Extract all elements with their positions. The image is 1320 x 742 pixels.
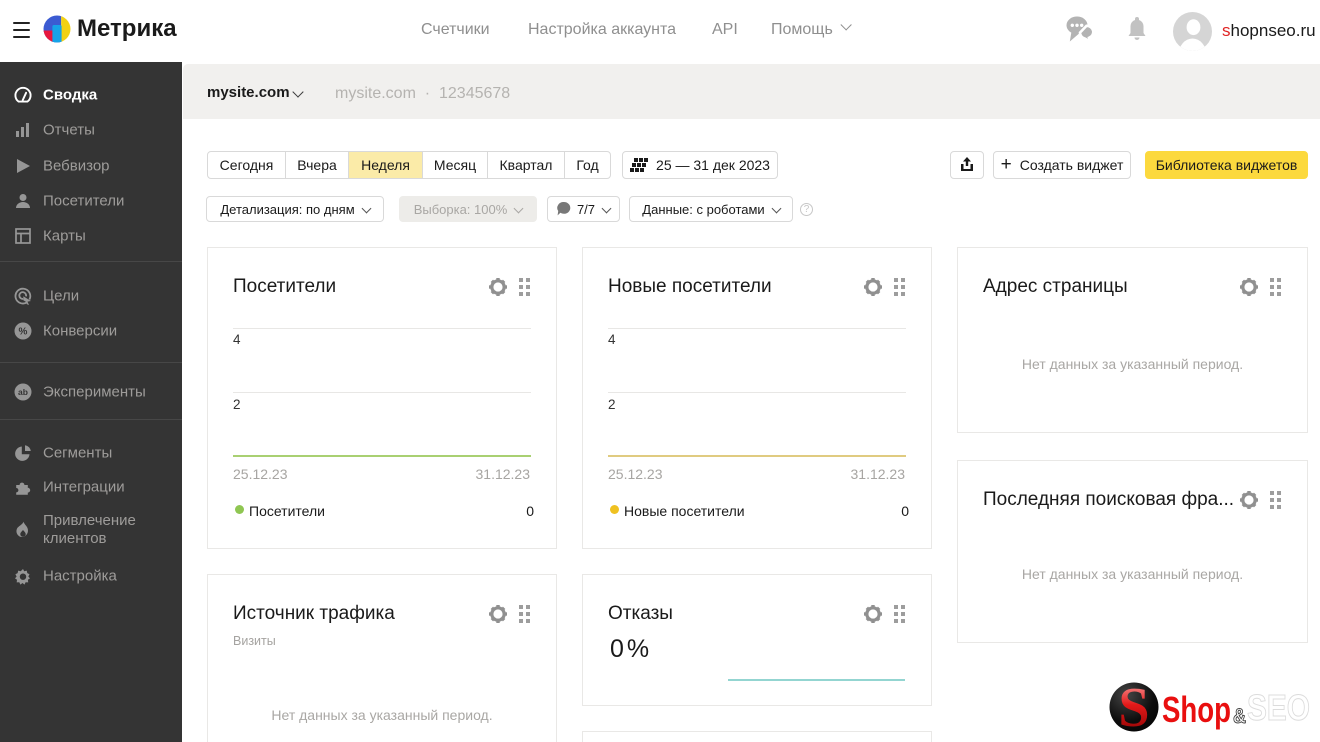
svg-text:Shop: Shop bbox=[1162, 689, 1231, 730]
svg-text:&: & bbox=[1233, 705, 1246, 728]
svg-text:%: % bbox=[19, 327, 28, 338]
svg-text:SEO: SEO bbox=[1247, 687, 1310, 728]
svg-text:ab: ab bbox=[18, 387, 28, 397]
svg-text:S: S bbox=[1118, 677, 1149, 739]
